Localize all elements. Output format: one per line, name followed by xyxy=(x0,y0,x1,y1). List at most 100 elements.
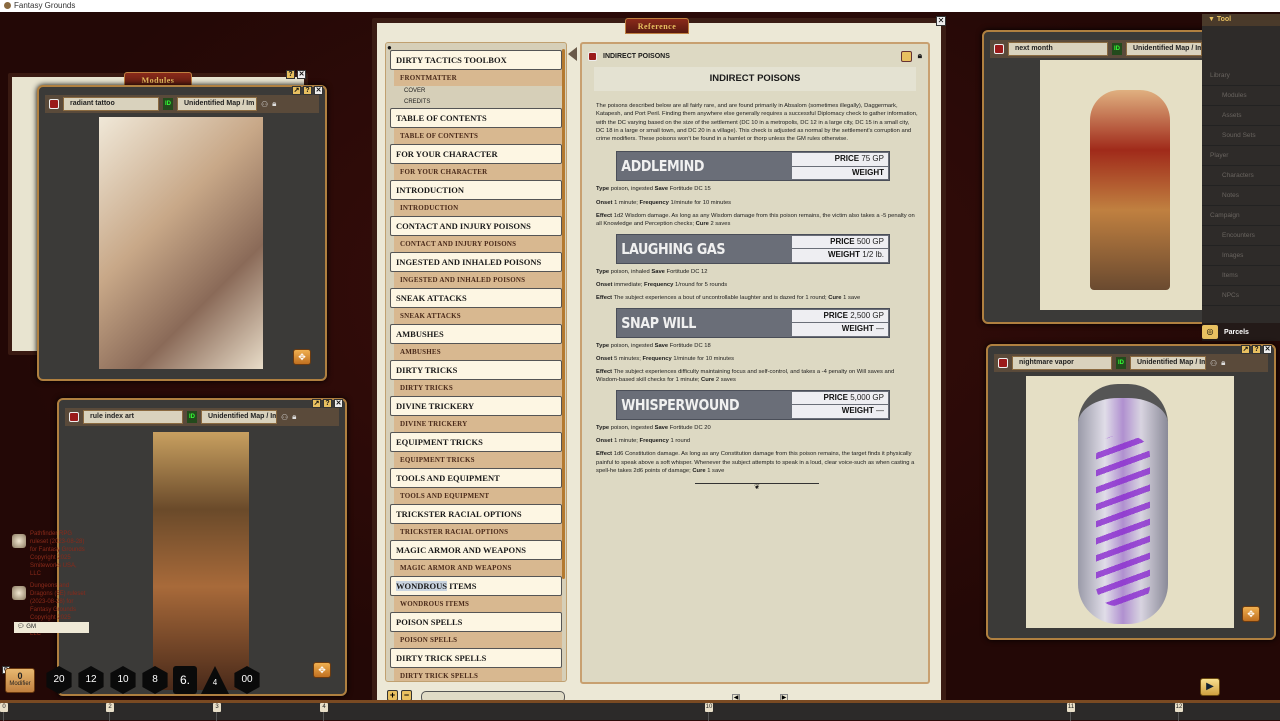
d100-die[interactable]: 00 xyxy=(234,666,260,694)
toc-subheading[interactable]: DIRTY TRICKS xyxy=(394,380,562,396)
d12-die[interactable]: 12 xyxy=(78,666,104,694)
popout-button[interactable]: ↗ xyxy=(292,86,301,95)
toc-heading[interactable]: TOOLS AND EQUIPMENT xyxy=(390,468,562,488)
image-type-field[interactable]: Unidentified Map / Im xyxy=(201,410,277,424)
help-button[interactable]: ? xyxy=(323,399,332,408)
play-button[interactable]: ▶ xyxy=(1200,678,1220,696)
toc-heading[interactable]: DIRTY TRICK SPELLS xyxy=(390,648,562,668)
id-badge[interactable]: ID xyxy=(1116,357,1126,369)
help-button[interactable]: ? xyxy=(286,70,295,79)
image-name-field[interactable]: radiant tattoo xyxy=(63,97,159,111)
toc-heading[interactable]: POISON SPELLS xyxy=(390,612,562,632)
popout-button[interactable]: ↗ xyxy=(1241,345,1250,354)
image-type-field[interactable]: Unidentified Map / Im xyxy=(1126,42,1202,56)
toc-heading[interactable]: EQUIPMENT TRICKS xyxy=(390,432,562,452)
image-name-field[interactable]: rule index art xyxy=(83,410,183,424)
toc-heading[interactable]: INGESTED AND INHALED POISONS xyxy=(390,252,562,272)
sidebar-item[interactable]: Player xyxy=(1202,146,1280,166)
sidebar-item[interactable]: NPCs xyxy=(1202,286,1280,306)
lock-icon[interactable]: 🔒︎ xyxy=(918,51,922,61)
toc-subheading[interactable]: TRICKSTER RACIAL OPTIONS xyxy=(394,524,562,540)
lock-icon[interactable]: 🔒︎ xyxy=(292,412,296,422)
ruler-marker[interactable]: 2 xyxy=(106,703,114,712)
toc-subheading[interactable]: TABLE OF CONTENTS xyxy=(394,128,562,144)
close-button[interactable]: ✕ xyxy=(314,86,323,95)
toc-subheading[interactable]: CONTACT AND INJURY POISONS xyxy=(394,236,562,252)
d8-die[interactable]: 8 xyxy=(142,666,168,694)
toc-heading[interactable]: FOR YOUR CHARACTER xyxy=(390,144,562,164)
ruler-marker[interactable]: 11 xyxy=(1067,703,1075,712)
toc-subheading[interactable]: AMBUSHES xyxy=(394,344,562,360)
toc-subheading[interactable]: DIVINE TRICKERY xyxy=(394,416,562,432)
d20-die[interactable]: 20 xyxy=(46,666,72,694)
toc-subheading[interactable]: DIRTY TRICK SPELLS xyxy=(394,668,562,681)
toc-heading[interactable]: CONTACT AND INJURY POISONS xyxy=(390,216,562,236)
toc-subheading[interactable]: INTRODUCTION xyxy=(394,200,562,216)
sidebar-item[interactable]: Characters xyxy=(1202,166,1280,186)
ruler-marker[interactable]: 12 xyxy=(1175,703,1183,712)
close-button[interactable]: ✕ xyxy=(334,399,343,408)
toc-link[interactable]: CREDITS xyxy=(390,97,562,108)
ruler-marker[interactable]: 3 xyxy=(213,703,221,712)
lock-icon[interactable]: 🔒︎ xyxy=(272,99,276,109)
lock-icon[interactable]: 🔒︎ xyxy=(1221,358,1225,368)
image-resize-button[interactable]: ✥ xyxy=(293,349,311,365)
toc-heading[interactable]: DIRTY TRICKS xyxy=(390,360,562,380)
image-resize-button[interactable]: ✥ xyxy=(313,662,331,678)
share-icon[interactable]: ⚇ xyxy=(281,413,288,422)
chat-speaker-select[interactable]: 💬︎ GM xyxy=(14,622,89,633)
toc-heading[interactable]: SNEAK ATTACKS xyxy=(390,288,562,308)
modifier-box[interactable]: 0 Modifier xyxy=(5,668,35,693)
image-name-field[interactable]: next month xyxy=(1008,42,1108,56)
share-icon[interactable]: ⚇ xyxy=(261,100,268,109)
close-button[interactable]: ✕ xyxy=(297,70,306,79)
sidebar-item[interactable]: Notes xyxy=(1202,186,1280,206)
toc-subheading[interactable]: POISON SPELLS xyxy=(394,632,562,648)
popout-button[interactable]: ↗ xyxy=(312,399,321,408)
ruler-marker[interactable]: 4 xyxy=(320,703,328,712)
image-type-field[interactable]: Unidentified Map / Im xyxy=(1130,356,1206,370)
toc-subheading[interactable]: WONDROUS ITEMS xyxy=(394,596,562,612)
toc-heading[interactable]: AMBUSHES xyxy=(390,324,562,344)
copy-icon[interactable] xyxy=(900,50,912,62)
ruler-marker[interactable]: 10 xyxy=(705,703,713,712)
toc-heading[interactable]: INTRODUCTION xyxy=(390,180,562,200)
toc-heading[interactable]: TRICKSTER RACIAL OPTIONS xyxy=(390,504,562,524)
toc-subheading[interactable]: INGESTED AND INHALED POISONS xyxy=(394,272,562,288)
sidebar-item[interactable]: Campaign xyxy=(1202,206,1280,226)
toc-heading[interactable]: MAGIC ARMOR AND WEAPONS xyxy=(390,540,562,560)
toc-subheading[interactable]: SNEAK ATTACKS xyxy=(394,308,562,324)
toc-heading[interactable]: DIRTY TACTICS TOOLBOX xyxy=(390,50,562,70)
help-button[interactable]: ? xyxy=(1252,345,1261,354)
sidebar-item[interactable]: Encounters xyxy=(1202,226,1280,246)
toc-subheading[interactable]: FRONTMATTER xyxy=(394,70,562,86)
sidebar-item[interactable]: Images xyxy=(1202,246,1280,266)
close-button[interactable]: ✕ xyxy=(1263,345,1272,354)
toc-heading[interactable]: WONDROUS ITEMS xyxy=(390,576,562,596)
sidebar-item[interactable]: Library xyxy=(1202,66,1280,86)
close-button[interactable]: ✕ xyxy=(936,16,946,26)
toc-subheading[interactable]: MAGIC ARMOR AND WEAPONS xyxy=(394,560,562,576)
toc-heading[interactable]: TABLE OF CONTENTS xyxy=(390,108,562,128)
toc-subheading[interactable]: EQUIPMENT TRICKS xyxy=(394,452,562,468)
d6-die[interactable]: 6. xyxy=(173,666,197,694)
image-type-field[interactable]: Unidentified Map / Im xyxy=(177,97,257,111)
id-badge[interactable]: ID xyxy=(163,98,173,110)
sidebar-item-parcels[interactable]: ◎ Parcels xyxy=(1202,323,1280,341)
d4-die[interactable]: 4 xyxy=(201,666,229,694)
ruler-marker[interactable]: 0 xyxy=(0,703,8,712)
toc-subheading[interactable]: TOOLS AND EQUIPMENT xyxy=(394,488,562,504)
toc-link[interactable]: COVER xyxy=(390,86,562,97)
id-badge[interactable]: ID xyxy=(187,411,197,423)
sidebar-item[interactable]: Items xyxy=(1202,266,1280,286)
image-name-field[interactable]: nightmare vapor xyxy=(1012,356,1112,370)
tool-panel-header[interactable]: ▼ Tool xyxy=(1202,14,1280,26)
sidebar-item[interactable]: Modules xyxy=(1202,86,1280,106)
toc-subheading[interactable]: FOR YOUR CHARACTER xyxy=(394,164,562,180)
toc-scrollbar[interactable] xyxy=(562,49,565,579)
collapse-toc-arrow[interactable] xyxy=(568,47,577,61)
d10-die[interactable]: 10 xyxy=(110,666,136,694)
help-button[interactable]: ? xyxy=(303,86,312,95)
sidebar-item[interactable]: Sound Sets xyxy=(1202,126,1280,146)
toc-heading[interactable]: DIVINE TRICKERY xyxy=(390,396,562,416)
